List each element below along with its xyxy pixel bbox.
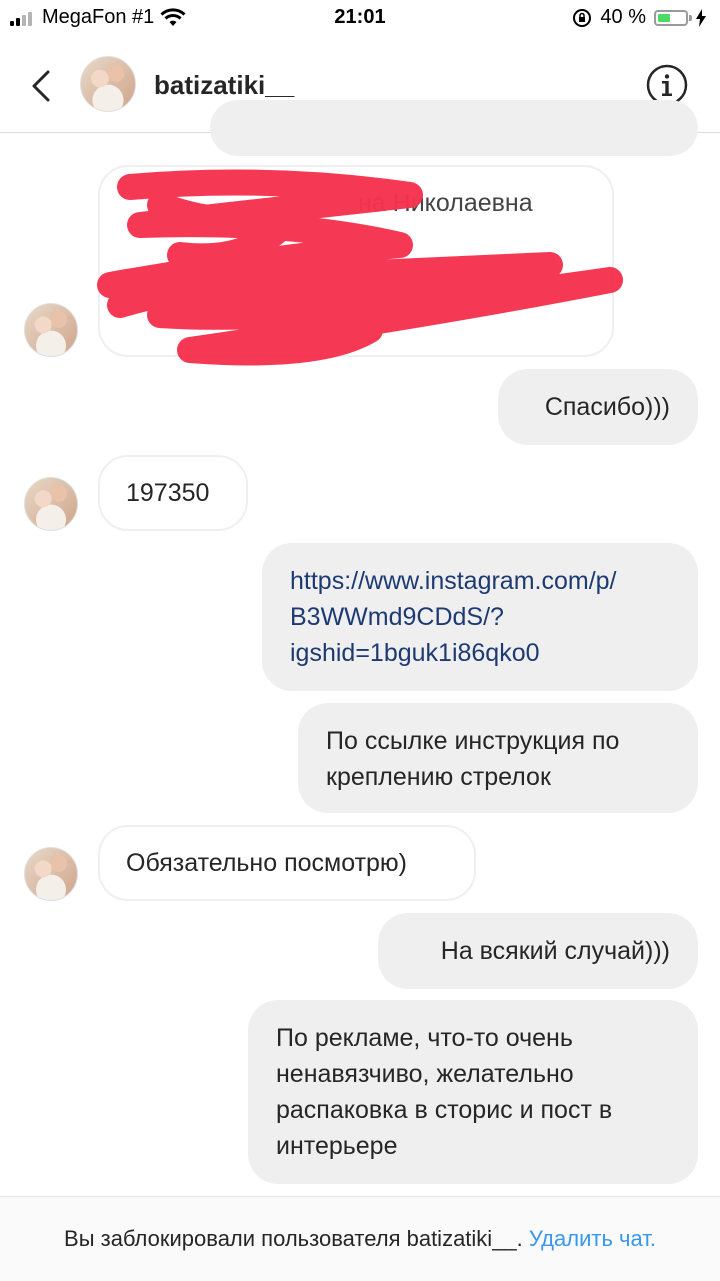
- message-line: ненавязчиво, желательно: [276, 1060, 574, 1088]
- avatar[interactable]: [24, 303, 78, 357]
- orientation-lock-icon: [573, 8, 592, 27]
- blocked-notice-text: Вы заблокировали пользователя batizatiki…: [64, 1226, 523, 1251]
- message-line: По рекламе, что-то очень: [276, 1024, 573, 1052]
- message-bubble-outgoing: [210, 100, 698, 156]
- message-text: 197350: [126, 479, 210, 507]
- chevron-left-icon[interactable]: [24, 62, 64, 110]
- redaction-scribble: [97, 169, 623, 366]
- chat-username[interactable]: batizatiki__: [154, 70, 294, 101]
- status-bar: MegaFon #1 21:01 40 %: [0, 0, 720, 40]
- message-bubble-outgoing: Спасибо))): [498, 369, 698, 445]
- message-text: Обязательно посмотрю): [126, 849, 407, 877]
- message-line: распаковка в сторис и пост в: [276, 1096, 613, 1124]
- message-bubble-outgoing: По ссылке инструкция по креплению стрело…: [298, 703, 698, 813]
- message-text: На всякий случай))): [440, 937, 670, 965]
- battery-percent: 40 %: [600, 6, 646, 28]
- charging-icon: [696, 8, 706, 27]
- avatar[interactable]: [24, 477, 78, 531]
- message-bubble-incoming: 197350: [98, 455, 248, 531]
- link-line: https://www.instagram.com/p/: [290, 567, 617, 595]
- avatar[interactable]: [24, 847, 78, 901]
- message-link[interactable]: https://www.instagram.com/p/ B3WWmd9CDdS…: [262, 543, 698, 691]
- battery-icon: [654, 9, 692, 26]
- message-line: интерьере: [276, 1132, 398, 1160]
- message-text: Спасибо))): [544, 393, 670, 421]
- message-bubble-outgoing: На всякий случай))): [378, 913, 698, 989]
- message-bubble-incoming: Обязательно посмотрю): [98, 825, 476, 901]
- avatar[interactable]: [80, 56, 136, 112]
- delete-chat-link[interactable]: Удалить чат.: [529, 1226, 656, 1251]
- message-line: По ссылке инструкция по: [326, 727, 620, 755]
- message-line: креплению стрелок: [326, 763, 551, 791]
- blocked-notice-bar: Вы заблокировали пользователя batizatiki…: [0, 1196, 720, 1281]
- link-line: igshid=1bguk1i86qko0: [290, 639, 540, 667]
- message-bubble-outgoing: По рекламе, что-то очень ненавязчиво, же…: [248, 1000, 698, 1184]
- link-line: B3WWmd9CDdS/?: [290, 603, 504, 631]
- status-right: 40 %: [572, 6, 706, 29]
